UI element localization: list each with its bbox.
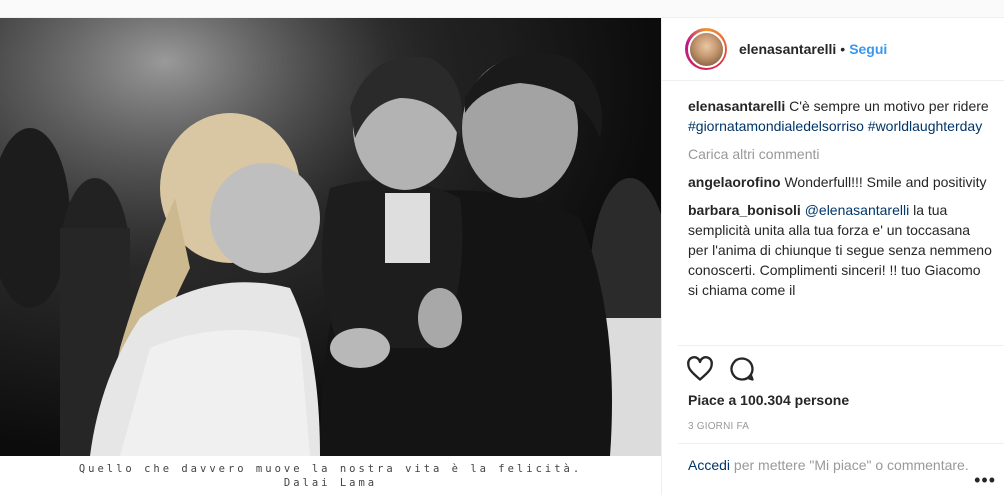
comment-item: barbara_bonisoli @elenasantarelli la tua… [688, 200, 1004, 300]
caption-username[interactable]: elenasantarelli [688, 98, 785, 114]
post-caption: elenasantarelli C'è sempre un motivo per… [688, 96, 1004, 136]
likes-count[interactable]: Piace a 100.304 persone [688, 392, 849, 408]
post-timestamp: 3 GIORNI FA [688, 421, 750, 432]
header-username[interactable]: elenasantarelli [739, 41, 836, 57]
login-link[interactable]: Accedi [688, 457, 730, 473]
comment-username[interactable]: barbara_bonisoli [688, 202, 801, 218]
post-photo[interactable]: Quello che davvero muove la nostra vita … [0, 18, 661, 495]
more-options-icon[interactable]: ••• [974, 470, 996, 491]
divider [678, 443, 1004, 444]
header-separator: • [840, 41, 846, 57]
load-more-comments-button[interactable]: Carica altri commenti [688, 144, 1004, 164]
comment-username[interactable]: angelaorofino [688, 174, 781, 190]
comment-item: angelaorofino Wonderfull!!! Smile and po… [688, 172, 1004, 192]
photo-caption-quote: Quello che davvero muove la nostra vita … [78, 463, 583, 475]
login-prompt-text: per mettere "Mi piace" o commentare. [733, 457, 969, 473]
post-side-panel: elenasantarelli • Segui elenasantarelli … [661, 18, 1004, 495]
post-container: Quello che davvero muove la nostra vita … [0, 17, 1004, 495]
login-prompt: Accedi per mettere "Mi piace" o commenta… [688, 455, 990, 475]
hashtag-link[interactable]: #worldlaughterday [868, 118, 982, 134]
avatar-ring[interactable] [685, 28, 727, 70]
comment-icon[interactable] [728, 355, 756, 383]
divider [678, 345, 1004, 346]
photo-caption-strip: Quello che davvero muove la nostra vita … [0, 456, 661, 495]
photo-image [0, 18, 661, 456]
photo-caption-author: Dalai Lama [283, 477, 378, 489]
comment-text: Wonderfull!!! Smile and positivity [784, 174, 987, 190]
action-bar [686, 355, 756, 383]
heart-icon[interactable] [686, 355, 714, 383]
comment-mention[interactable]: @elenasantarelli [805, 202, 910, 218]
photo-illustration [0, 18, 661, 456]
hashtag-link[interactable]: #giornatamondialedelsorriso [688, 118, 864, 134]
comments-list[interactable]: elenasantarelli C'è sempre un motivo per… [688, 96, 1004, 346]
caption-text: C'è sempre un motivo per ridere [789, 98, 989, 114]
avatar[interactable] [687, 30, 725, 68]
follow-button[interactable]: Segui [849, 41, 887, 57]
post-header: elenasantarelli • Segui [662, 18, 1004, 81]
